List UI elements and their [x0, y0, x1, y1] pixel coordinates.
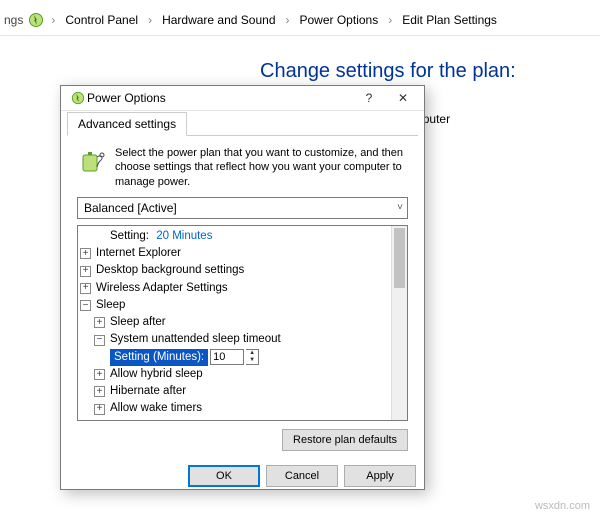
breadcrumb-item[interactable]: Control Panel: [61, 11, 142, 29]
breadcrumb-item[interactable]: Edit Plan Settings: [398, 11, 501, 29]
watermark: wsxdn.com: [535, 500, 590, 512]
restore-defaults-button[interactable]: Restore plan defaults: [282, 429, 408, 451]
power-plan-value: Balanced [Active]: [84, 201, 177, 215]
unattended-minutes-label: Setting (Minutes):: [110, 349, 208, 366]
settings-tree: Setting: 20 Minutes + Internet Explorer …: [77, 225, 408, 421]
collapse-icon[interactable]: −: [80, 300, 91, 311]
tree-item-hibernate[interactable]: + Hibernate after: [80, 383, 405, 400]
tree-item-wake[interactable]: + Allow wake timers: [80, 400, 405, 417]
chevron-down-icon: ˅: [397, 202, 403, 213]
dialog-title: Power Options: [87, 91, 352, 105]
cancel-button[interactable]: Cancel: [266, 465, 338, 487]
breadcrumb-item[interactable]: Hardware and Sound: [158, 11, 279, 29]
help-button[interactable]: ?: [352, 86, 386, 110]
dialog-tabs: Advanced settings: [61, 111, 424, 135]
dialog-titlebar[interactable]: Power Options ? ✕: [61, 86, 424, 111]
address-bar: ngs › Control Panel › Hardware and Sound…: [0, 0, 600, 36]
unattended-minutes-input[interactable]: [210, 349, 244, 365]
tree-item-hybrid[interactable]: + Allow hybrid sleep: [80, 366, 405, 383]
dialog-description: Select the power plan that you want to c…: [115, 146, 410, 189]
expand-icon[interactable]: +: [80, 283, 91, 294]
tree-item-unattended-setting: Setting (Minutes): ▲ ▼: [80, 349, 405, 366]
tree-item-sleep[interactable]: − Sleep: [80, 297, 405, 314]
expand-icon[interactable]: +: [80, 248, 91, 259]
ok-button[interactable]: OK: [188, 465, 260, 487]
collapse-icon[interactable]: −: [94, 335, 105, 346]
tree-item-desktop[interactable]: + Desktop background settings: [80, 262, 405, 279]
chevron-right-icon: ›: [49, 13, 57, 27]
power-plan-select[interactable]: Balanced [Active] ˅: [77, 197, 408, 219]
expand-icon[interactable]: +: [94, 369, 105, 380]
tree-setting-summary: Setting: 20 Minutes: [80, 228, 405, 245]
power-options-icon: [27, 11, 45, 29]
expand-icon[interactable]: +: [80, 266, 91, 277]
expand-icon[interactable]: +: [94, 386, 105, 397]
tree-item-wireless[interactable]: + Wireless Adapter Settings: [80, 280, 405, 297]
expand-icon[interactable]: +: [94, 404, 105, 415]
tree-item-unattended[interactable]: − System unattended sleep timeout: [80, 331, 405, 348]
spinner-down-icon[interactable]: ▼: [246, 357, 258, 364]
battery-icon: [77, 146, 107, 176]
chevron-right-icon: ›: [146, 13, 154, 27]
scrollbar-thumb[interactable]: [394, 228, 405, 288]
power-options-icon: [69, 89, 87, 107]
tree-item-ie[interactable]: + Internet Explorer: [80, 245, 405, 262]
tab-advanced-settings[interactable]: Advanced settings: [67, 112, 187, 136]
tree-scrollbar[interactable]: [391, 226, 407, 420]
power-options-dialog: Power Options ? ✕ Advanced settings Sele…: [60, 85, 425, 490]
close-icon: ✕: [398, 91, 408, 105]
close-button[interactable]: ✕: [386, 86, 420, 110]
apply-button[interactable]: Apply: [344, 465, 416, 487]
chevron-right-icon: ›: [386, 13, 394, 27]
breadcrumb-item[interactable]: Power Options: [296, 11, 383, 29]
spinner-buttons[interactable]: ▲ ▼: [246, 349, 259, 365]
expand-icon[interactable]: +: [94, 317, 105, 328]
chevron-right-icon: ›: [284, 13, 292, 27]
tree-item-sleep-after[interactable]: + Sleep after: [80, 314, 405, 331]
address-prefix: ngs: [4, 13, 23, 27]
tree-setting-value[interactable]: 20 Minutes: [156, 228, 212, 245]
